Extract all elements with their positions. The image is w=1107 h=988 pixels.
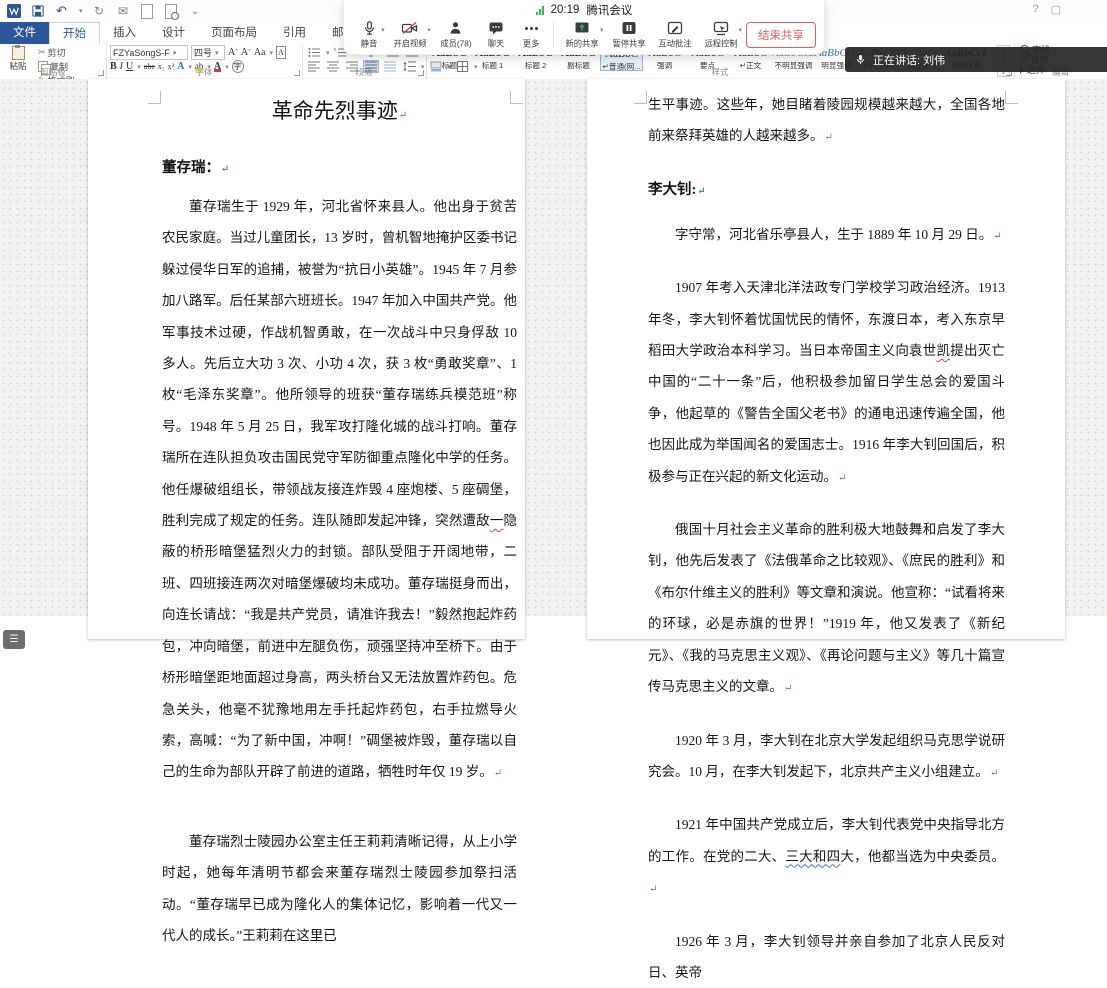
spellcheck-red: 凯 bbox=[937, 343, 951, 358]
doc-heading-lidazhao: 李大钊: bbox=[648, 178, 1005, 199]
help-icon[interactable]: ? bbox=[1032, 3, 1038, 16]
annotation-button[interactable]: 互动批注 bbox=[654, 18, 696, 52]
redo-button[interactable] bbox=[92, 4, 107, 19]
font-size-select[interactable]: 四号 bbox=[191, 45, 225, 60]
pause-icon bbox=[621, 20, 637, 36]
page-left[interactable]: 革命先烈事迹 董存瑞： 董存瑞生于 1929 年，河北省怀来县人。他出身于贫苦农… bbox=[88, 79, 525, 639]
clipboard-group-label: 剪贴板 bbox=[0, 66, 106, 78]
font-family-select[interactable]: FZYaSongS-F bbox=[110, 45, 188, 60]
paragraph-group-label: 段落 bbox=[302, 66, 426, 78]
person-icon bbox=[448, 20, 463, 36]
doc-paragraph: 董存瑞烈士陵园办公室主任王莉莉清晰记得，从上小学时起，她每年清明节都会来董存瑞烈… bbox=[162, 826, 517, 952]
font-dialog-launcher[interactable] bbox=[294, 70, 300, 76]
ribbon-tab[interactable]: 引用 bbox=[270, 22, 319, 44]
scissors-icon bbox=[38, 47, 46, 58]
margin-mark bbox=[148, 91, 161, 104]
meeting-toolbar: 20:19 腾讯会议 静音▾ 开启视频▾ 成员(78) 聊天 更多 新的共享▾ bbox=[343, 0, 825, 55]
clipboard-dialog-launcher[interactable] bbox=[98, 70, 104, 76]
margin-mark bbox=[1005, 91, 1018, 104]
font-group-label: 字体 bbox=[106, 66, 302, 78]
new-document-icon[interactable] bbox=[140, 4, 155, 19]
ribbon-tab[interactable]: 页面布局 bbox=[198, 22, 270, 44]
ribbon-tab[interactable]: 文件 bbox=[0, 22, 49, 44]
spellcheck-blue: 三大和四 bbox=[785, 849, 840, 864]
doc-paragraph: 字守常，河北省乐亭县人，生于 1889 年 10 月 29 日。 bbox=[648, 219, 1005, 252]
annotate-icon bbox=[667, 20, 683, 36]
remote-control-button[interactable]: 远程控制▾ bbox=[700, 18, 742, 52]
bullet-list-button[interactable] bbox=[306, 46, 322, 59]
ellipsis-icon bbox=[525, 20, 538, 36]
share-screen-icon bbox=[574, 20, 590, 36]
microphone-icon bbox=[362, 20, 377, 36]
character-border-button[interactable]: A bbox=[276, 46, 286, 59]
document-canvas: 革命先烈事迹 董存瑞： 董存瑞生于 1929 年，河北省怀来县人。他出身于贫苦农… bbox=[0, 79, 1107, 616]
doc-paragraph: 1926 年 3 月，李大钊领导并亲自参加了北京人民反对日、英帝 bbox=[648, 926, 1005, 988]
more-button[interactable]: 更多 bbox=[516, 18, 547, 52]
video-caret-icon[interactable]: ▾ bbox=[427, 26, 431, 34]
cut-button[interactable]: 剪切 bbox=[38, 46, 75, 59]
toolbar-divider bbox=[553, 22, 554, 48]
paragraph-dialog-launcher[interactable] bbox=[418, 70, 424, 76]
mail-icon[interactable] bbox=[116, 4, 131, 19]
ribbon-tab[interactable]: 设计 bbox=[149, 22, 198, 44]
meeting-time: 20:19 bbox=[551, 4, 580, 16]
page-right[interactable]: 生平事迹。这些年，她目睹着陵园规模越来越大，全国各地前来祭拜英雄的人越来越多。 … bbox=[587, 79, 1065, 639]
doc-paragraph: 俄国十月社会主义革命的胜利极大地鼓舞和启发了李大钊，他先后发表了《法俄革命之比较… bbox=[648, 514, 1005, 704]
share-caret-icon[interactable]: ▾ bbox=[600, 26, 604, 34]
spellcheck-red: 一 bbox=[490, 513, 504, 528]
ribbon-options-icon[interactable]: ▢ bbox=[1051, 3, 1061, 16]
word-logo-icon bbox=[6, 4, 21, 19]
doc-title: 革命先烈事迹 bbox=[162, 95, 517, 132]
network-signal-icon bbox=[536, 6, 544, 15]
change-case-button[interactable]: Aa bbox=[254, 47, 266, 58]
members-button[interactable]: 成员(78) bbox=[435, 18, 477, 52]
doc-paragraph: 1921 年中国共产党成立后，李大钊代表党中央指导北方的工作。在党的二大、三大和… bbox=[648, 809, 1005, 905]
save-icon[interactable] bbox=[30, 4, 45, 19]
doc-paragraph: 1920 年 3 月，李大钊在北京大学发起组织马克思学说研究会。10 月，在李大… bbox=[648, 725, 1005, 790]
doc-paragraph: 1907 年考入天津北洋法政专门学校学习政治经济。1913 年冬，李大钊怀着忧国… bbox=[648, 272, 1005, 494]
mute-button[interactable]: 静音▾ bbox=[354, 18, 385, 52]
ribbon-tab[interactable]: 插入 bbox=[100, 22, 149, 44]
speaking-text: 正在讲话: 刘伟 bbox=[873, 52, 945, 68]
remote-control-icon bbox=[713, 20, 729, 36]
window-help-icons: ? ▢ bbox=[1032, 3, 1061, 16]
speaking-toast: 正在讲话: 刘伟 bbox=[845, 47, 1107, 72]
meeting-status: 20:19 腾讯会议 bbox=[344, 3, 824, 17]
start-video-button[interactable]: 开启视频▾ bbox=[389, 18, 431, 52]
navigation-pane-toggle[interactable] bbox=[3, 630, 25, 649]
customize-qat-icon[interactable] bbox=[188, 4, 203, 19]
ribbon-tab[interactable]: 开始 bbox=[49, 22, 100, 44]
grow-font-button[interactable]: A bbox=[228, 47, 238, 58]
doc-heading-dongcunrui: 董存瑞： bbox=[162, 156, 517, 177]
doc-paragraph: 生平事迹。这些年，她目睹着陵园规模越来越大，全国各地前来祭拜英雄的人越来越多。 bbox=[648, 89, 1005, 154]
camera-off-icon bbox=[401, 20, 418, 36]
quick-access-toolbar: ▾ bbox=[6, 3, 203, 19]
meeting-app-name: 腾讯会议 bbox=[586, 2, 632, 18]
speaker-mic-icon bbox=[855, 53, 866, 66]
shrink-font-button[interactable]: A bbox=[241, 47, 251, 58]
mute-caret-icon[interactable]: ▾ bbox=[381, 26, 385, 34]
chat-button[interactable]: 聊天 bbox=[481, 18, 512, 52]
new-share-button[interactable]: 新的共享▾ bbox=[561, 18, 603, 52]
font-group: FZYaSongS-F 四号 A A Aa▾ A B I U▾ abc x₂ x… bbox=[106, 44, 303, 78]
pause-share-button[interactable]: 暂停共享 bbox=[607, 18, 649, 52]
undo-button[interactable] bbox=[54, 4, 69, 19]
undo-caret-icon[interactable]: ▾ bbox=[79, 7, 83, 15]
print-preview-icon[interactable] bbox=[164, 4, 179, 19]
end-share-button[interactable]: 结束共享 bbox=[746, 22, 816, 48]
margin-mark bbox=[510, 91, 523, 104]
remote-caret-icon[interactable]: ▾ bbox=[738, 26, 742, 34]
paste-icon bbox=[12, 46, 25, 60]
margin-mark bbox=[634, 91, 647, 104]
chat-bubble-icon bbox=[488, 20, 504, 36]
clipboard-group: 粘贴 剪切 复制 格式刷 剪贴板 bbox=[0, 44, 107, 78]
doc-paragraph: 董存瑞生于 1929 年，河北省怀来县人。他出身于贫苦农民家庭。当过儿童团长，1… bbox=[162, 191, 517, 790]
